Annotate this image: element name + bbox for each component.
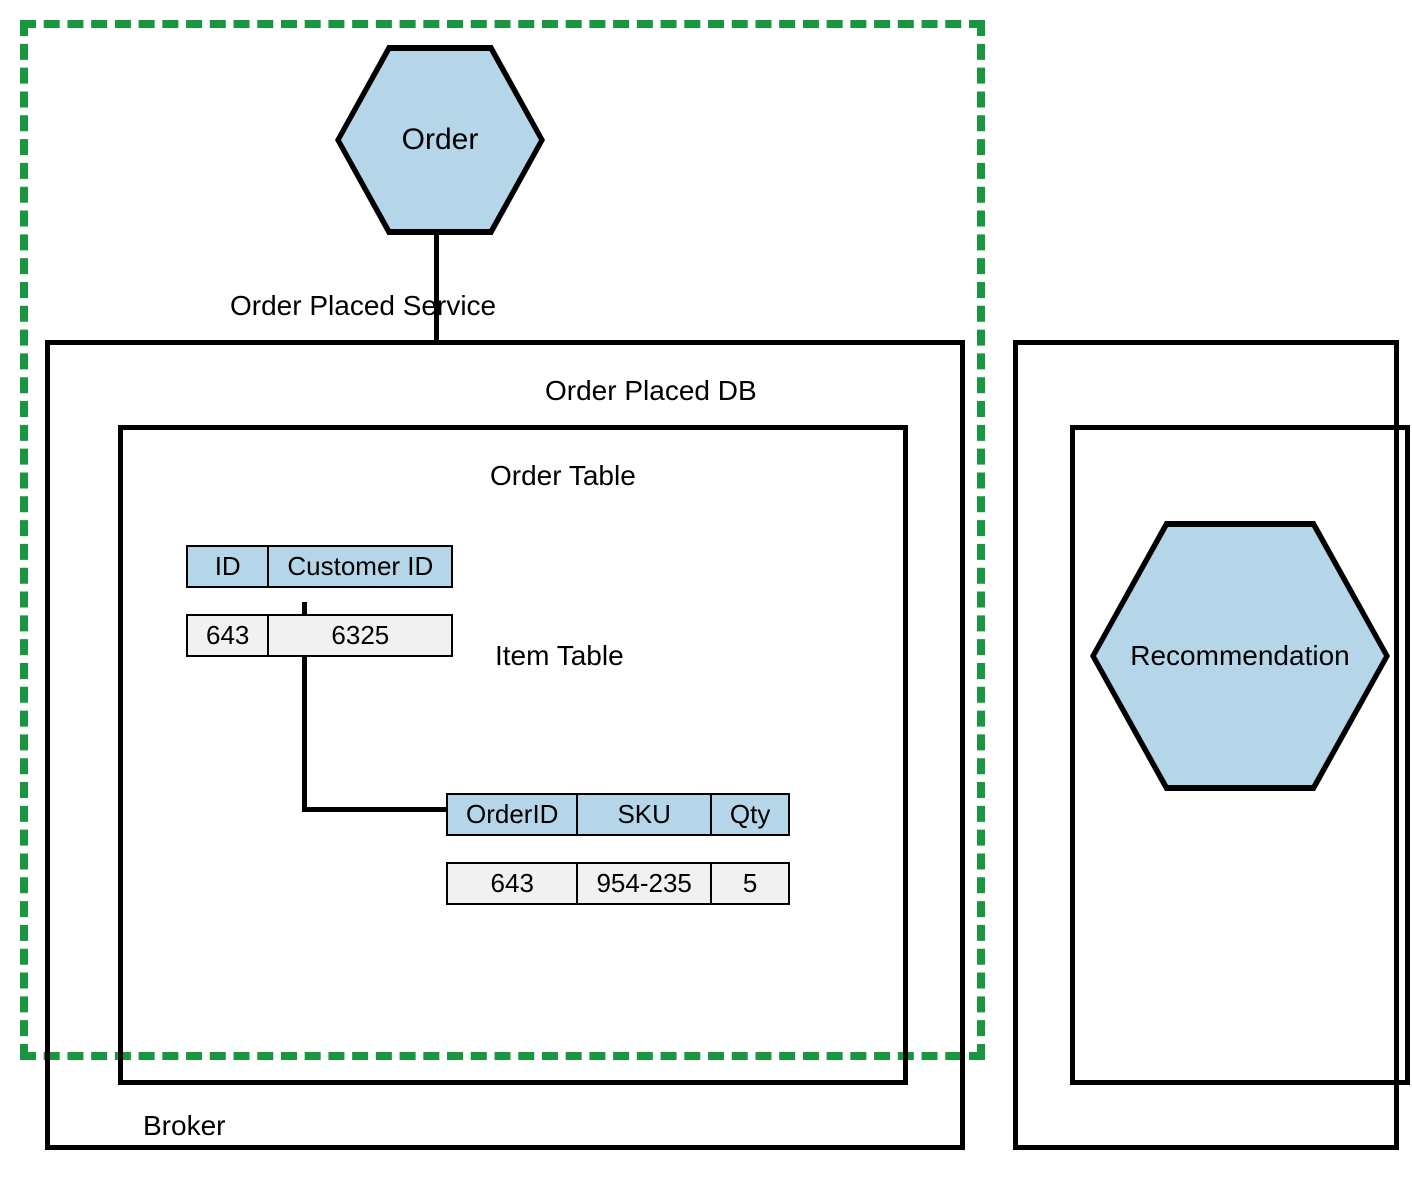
broker-label: Broker <box>143 1110 225 1142</box>
order-table: ID Customer ID 643 6325 <box>186 545 453 657</box>
item-table-header-sku: SKU <box>577 794 710 835</box>
order-label: Order <box>402 123 479 157</box>
connector-order-to-service <box>434 233 439 342</box>
item-table-header-qty: Qty <box>711 794 789 835</box>
order-db-box <box>118 425 908 1085</box>
item-orderid-cell: 643 <box>447 863 577 904</box>
item-table-header-orderid: OrderID <box>447 794 577 835</box>
item-qty-cell: 5 <box>711 863 789 904</box>
table-row: 643 6325 <box>187 615 452 656</box>
item-sku-cell: 954-235 <box>577 863 710 904</box>
connector-order-to-item-h <box>302 807 457 812</box>
table-row: 643 954-235 5 <box>447 863 789 904</box>
order-placed-service-label: Order Placed Service <box>230 290 496 322</box>
item-table-label: Item Table <box>495 640 624 672</box>
order-id-cell: 643 <box>187 615 268 656</box>
recommendation-label: Recommendation <box>1130 640 1349 672</box>
customer-id-cell: 6325 <box>268 615 452 656</box>
order-db-label: Order Placed DB <box>545 375 757 407</box>
order-table-label: Order Table <box>490 460 636 492</box>
item-table: OrderID SKU Qty 643 954-235 5 <box>446 793 790 905</box>
order-table-header-customer: Customer ID <box>268 546 452 587</box>
order-table-header-id: ID <box>187 546 268 587</box>
